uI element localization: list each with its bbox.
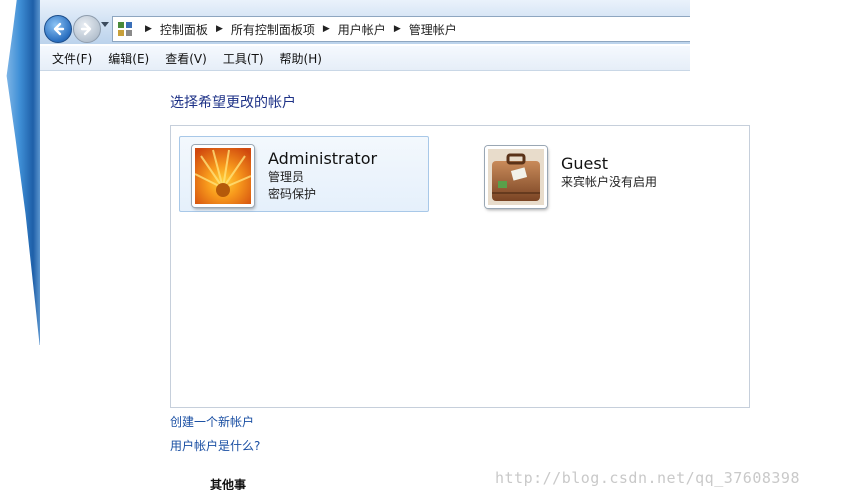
account-name: Guest [561, 154, 608, 173]
breadcrumb-control-panel[interactable]: 控制面板 [160, 21, 208, 38]
recent-pages-dropdown-icon[interactable] [101, 22, 109, 27]
menu-tools[interactable]: 工具(T) [223, 50, 264, 67]
account-info: Administrator 管理员 密码保护 [268, 149, 377, 203]
account-password-status: 密码保护 [268, 187, 317, 201]
account-info: Guest 来宾帐户没有启用 [561, 154, 657, 191]
breadcrumb-separator-icon[interactable]: ▶ [394, 24, 401, 34]
account-name: Administrator [268, 149, 378, 168]
arrow-right-icon [80, 22, 92, 36]
address-bar: ▶ 控制面板 ▶ 所有控制面板项 ▶ 用户帐户 ▶ 管理帐户 [40, 0, 690, 44]
flower-avatar-icon [192, 145, 254, 207]
what-is-user-account-link[interactable]: 用户帐户是什么? [170, 437, 260, 454]
menu-bar: 文件(F) 编辑(E) 查看(V) 工具(T) 帮助(H) [40, 46, 690, 71]
menu-edit[interactable]: 编辑(E) [108, 50, 149, 67]
suitcase-avatar-icon [485, 146, 547, 208]
breadcrumb-separator-icon[interactable]: ▶ [216, 24, 223, 34]
breadcrumb-separator-icon[interactable]: ▶ [323, 24, 330, 34]
menu-view[interactable]: 查看(V) [165, 50, 207, 67]
forward-button[interactable] [73, 15, 101, 43]
account-status: 来宾帐户没有启用 [561, 175, 658, 189]
back-button[interactable] [44, 15, 72, 43]
torn-edge-decoration [690, 0, 866, 80]
other-tasks-heading: 其他事 [210, 478, 247, 490]
accounts-list: Administrator 管理员 密码保护 Guest 来宾帐户没有启用 [170, 125, 750, 408]
page-title: 选择希望更改的帐户 [170, 95, 296, 111]
account-guest[interactable]: Guest 来宾帐户没有启用 [483, 144, 733, 218]
breadcrumb-all-items[interactable]: 所有控制面板项 [231, 21, 315, 38]
breadcrumb-manage-accounts[interactable]: 管理帐户 [409, 21, 457, 38]
breadcrumb-user-accounts[interactable]: 用户帐户 [338, 21, 386, 38]
account-administrator[interactable]: Administrator 管理员 密码保护 [179, 136, 429, 212]
menu-help[interactable]: 帮助(H) [280, 50, 322, 67]
account-type: 管理员 [268, 170, 305, 184]
control-panel-icon [118, 22, 132, 36]
menu-file[interactable]: 文件(F) [52, 50, 92, 67]
breadcrumb-separator-icon[interactable]: ▶ [145, 24, 152, 34]
watermark-text: http://blog.csdn.net/qq_37608398 [495, 469, 800, 487]
create-account-link[interactable]: 创建一个新帐户 [170, 413, 254, 430]
arrow-left-icon [53, 22, 65, 36]
window-frame-edge [6, 0, 44, 345]
control-panel-window: ▶ 控制面板 ▶ 所有控制面板项 ▶ 用户帐户 ▶ 管理帐户 文件(F) 编辑(… [40, 0, 866, 501]
breadcrumb[interactable]: ▶ 控制面板 ▶ 所有控制面板项 ▶ 用户帐户 ▶ 管理帐户 [112, 16, 690, 42]
